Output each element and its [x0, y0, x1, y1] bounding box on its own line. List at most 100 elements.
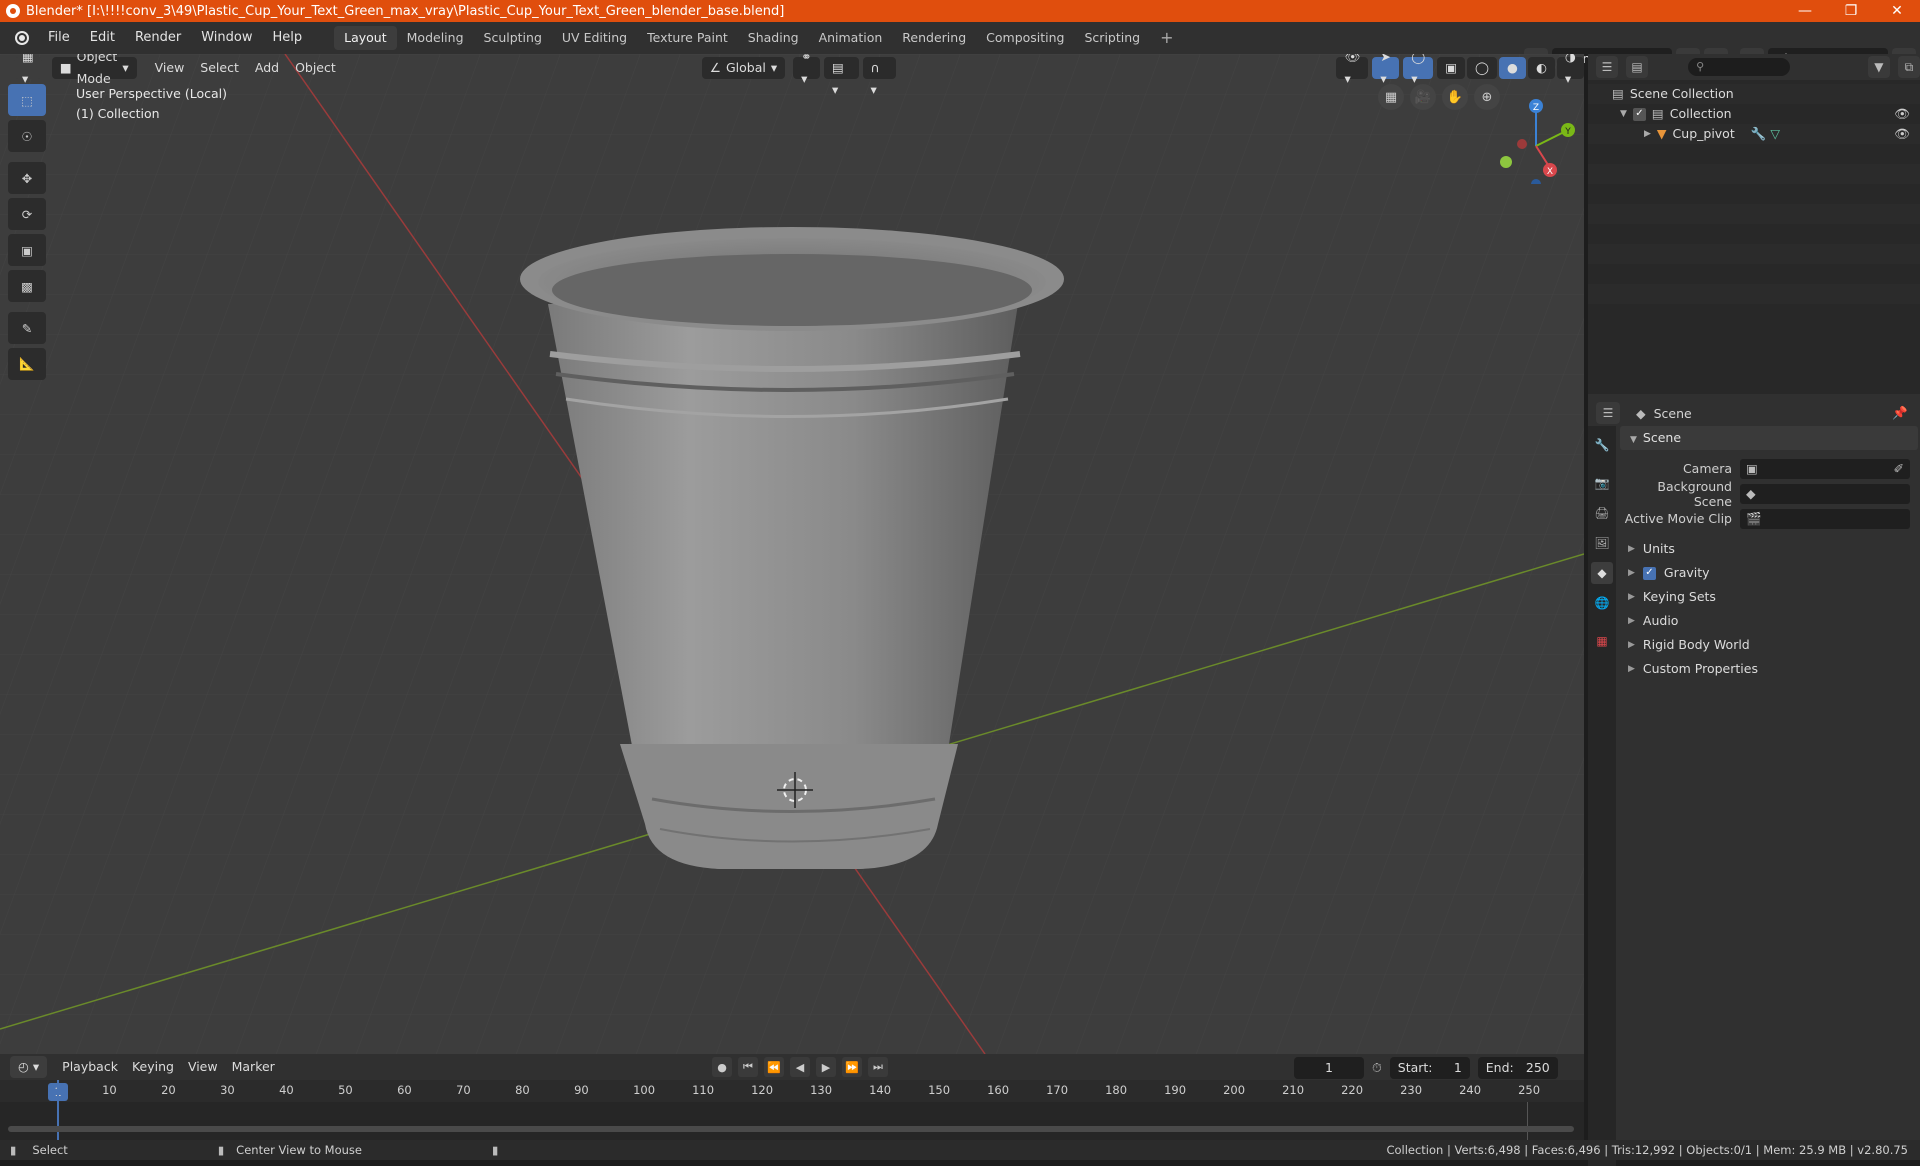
- annotate-tool-icon[interactable]: ✎: [8, 312, 46, 344]
- viewport-menu-add[interactable]: Add: [247, 57, 287, 79]
- overlay-toggle-icon[interactable]: ◯ ▾: [1403, 54, 1434, 86]
- tab-rendering[interactable]: Rendering: [892, 26, 976, 50]
- play-icon[interactable]: ▶: [816, 1057, 836, 1077]
- tab-uv-editing[interactable]: UV Editing: [552, 26, 637, 50]
- expand-arrow-icon[interactable]: ▼: [1620, 104, 1627, 124]
- keying-sets-section[interactable]: ▶ Keying Sets: [1620, 585, 1918, 609]
- cursor-tool-icon[interactable]: ☉: [8, 120, 46, 152]
- modifier-wrench-icon[interactable]: 🔧: [1751, 124, 1767, 144]
- expand-arrow-icon[interactable]: ▶: [1644, 124, 1651, 144]
- scale-tool-icon[interactable]: ▣: [8, 234, 46, 266]
- end-frame-field[interactable]: End: 250: [1477, 1057, 1558, 1079]
- scene-tab-icon[interactable]: ◆: [1591, 562, 1613, 584]
- outliner-object[interactable]: ▶ ▼ Cup_pivot 🔧 ▽ 👁: [1588, 124, 1920, 144]
- outliner-search-input[interactable]: ⚲: [1688, 58, 1790, 76]
- tab-layout[interactable]: Layout: [334, 26, 397, 50]
- visibility-icon[interactable]: 👁 ▾: [1336, 54, 1369, 86]
- transform-orientation-dropdown[interactable]: ∠ Global ▾: [701, 57, 786, 79]
- play-reverse-icon[interactable]: ◀: [790, 1057, 810, 1077]
- select-box-icon[interactable]: ⬚: [8, 84, 46, 116]
- menu-render[interactable]: Render: [125, 22, 191, 54]
- pan-hand-icon[interactable]: ✋: [1442, 84, 1468, 110]
- audio-section[interactable]: ▶ Audio: [1620, 609, 1918, 633]
- tab-texture-paint[interactable]: Texture Paint: [637, 26, 738, 50]
- timeline-menu-view[interactable]: View: [181, 1056, 225, 1078]
- timeline-menu-marker[interactable]: Marker: [225, 1056, 282, 1078]
- view-layer-tab-icon[interactable]: 🖼: [1591, 532, 1613, 554]
- menu-file[interactable]: File: [38, 22, 80, 54]
- blender-logo-icon[interactable]: [8, 27, 36, 49]
- snap-icon[interactable]: ∩ ▤ ▾: [824, 57, 859, 97]
- material-shading-icon[interactable]: ◐: [1527, 57, 1555, 79]
- tab-modeling[interactable]: Modeling: [397, 26, 474, 50]
- units-section[interactable]: ▶ Units: [1620, 537, 1918, 561]
- world-tab-icon[interactable]: 🌐: [1591, 592, 1613, 614]
- background-scene-field[interactable]: ◆: [1740, 483, 1910, 504]
- proportional-edit-icon[interactable]: ◉ ∩ ▾: [862, 57, 897, 97]
- current-frame-field[interactable]: 1: [1294, 1057, 1364, 1079]
- custom-properties-section[interactable]: ▶ Custom Properties: [1620, 657, 1918, 681]
- rotate-tool-icon[interactable]: ⟳: [8, 198, 46, 230]
- gizmo-toggle-icon[interactable]: ➤ ▾: [1372, 54, 1400, 86]
- outliner-editor-type-icon[interactable]: ☰: [1596, 56, 1619, 78]
- tab-animation[interactable]: Animation: [809, 26, 893, 50]
- menu-window[interactable]: Window: [191, 22, 262, 54]
- menu-help[interactable]: Help: [263, 22, 313, 54]
- timeline[interactable]: ◴ ▾ Playback Keying View Marker ● ⏮ ⏪ ◀ …: [0, 1054, 1584, 1140]
- prev-keyframe-icon[interactable]: ⏪: [764, 1057, 784, 1077]
- mode-selector[interactable]: ■ Object Mode ▾: [51, 54, 137, 86]
- tab-scripting[interactable]: Scripting: [1075, 26, 1151, 50]
- menu-edit[interactable]: Edit: [80, 22, 125, 54]
- tab-shading[interactable]: Shading: [738, 26, 809, 50]
- frame-ruler[interactable]: 1 10203040506070809010011012013014015016…: [0, 1080, 1584, 1102]
- gravity-checkbox[interactable]: ✓: [1642, 566, 1656, 580]
- perspective-toggle-icon[interactable]: ▦: [1378, 84, 1404, 110]
- eye-icon[interactable]: 👁: [1894, 104, 1910, 124]
- jump-start-icon[interactable]: ⏮: [738, 1057, 758, 1077]
- add-workspace-icon[interactable]: +: [1150, 26, 1183, 50]
- collection-checkbox[interactable]: ✓: [1632, 107, 1646, 121]
- properties-editor-type-icon[interactable]: ☰: [1596, 402, 1620, 424]
- xray-toggle-icon[interactable]: ▣: [1437, 57, 1466, 79]
- timeline-editor-type-icon[interactable]: ◴ ▾: [10, 1056, 48, 1078]
- start-frame-field[interactable]: Start: 1: [1389, 1057, 1470, 1079]
- navigation-gizmo[interactable]: Z Y X: [1494, 84, 1584, 184]
- wireframe-shading-icon[interactable]: ◯: [1467, 57, 1498, 79]
- camera-field[interactable]: ▣ ✐: [1740, 458, 1910, 479]
- move-tool-icon[interactable]: ✥: [8, 162, 46, 194]
- pivot-point-icon[interactable]: ⚭ ▾: [793, 54, 821, 86]
- tab-sculpting[interactable]: Sculpting: [474, 26, 552, 50]
- close-icon[interactable]: ✕: [1874, 0, 1920, 22]
- timeline-track-area[interactable]: [0, 1080, 1584, 1140]
- maximize-icon[interactable]: ❐: [1828, 0, 1874, 22]
- next-keyframe-icon[interactable]: ⏩: [842, 1057, 862, 1077]
- rigid-body-world-section[interactable]: ▶ Rigid Body World: [1620, 633, 1918, 657]
- eyedropper-icon[interactable]: ✐: [1894, 461, 1904, 476]
- filter-icon[interactable]: ▼: [1867, 56, 1890, 78]
- render-tab-icon[interactable]: 📷: [1591, 472, 1613, 494]
- mesh-data-icon[interactable]: ▽: [1770, 124, 1780, 144]
- display-mode-icon[interactable]: ▤: [1626, 56, 1649, 78]
- tab-compositing[interactable]: Compositing: [976, 26, 1074, 50]
- viewport-menu-select[interactable]: Select: [192, 57, 247, 79]
- measure-tool-icon[interactable]: 📐: [8, 348, 46, 380]
- outliner-scene-collection[interactable]: ▤ Scene Collection: [1588, 84, 1920, 104]
- camera-view-icon[interactable]: 🎥: [1410, 84, 1436, 110]
- viewport-menu-view[interactable]: View: [147, 57, 193, 79]
- timeline-menu-playback[interactable]: Playback: [55, 1056, 125, 1078]
- timeline-menu-keying[interactable]: Keying: [125, 1056, 181, 1078]
- viewport-menu-object[interactable]: Object: [287, 57, 344, 79]
- solid-shading-icon[interactable]: ●: [1499, 57, 1526, 79]
- pin-icon[interactable]: 📌: [1892, 405, 1908, 421]
- outliner-collection[interactable]: ▼ ✓ ▤ Collection 👁: [1588, 104, 1920, 124]
- movie-clip-field[interactable]: 🎬: [1740, 508, 1910, 529]
- gravity-section[interactable]: ▶ ✓ Gravity: [1620, 561, 1918, 585]
- scene-panel-header[interactable]: ▼ Scene: [1620, 426, 1918, 450]
- transform-tool-icon[interactable]: ▩: [8, 270, 46, 302]
- eye-icon[interactable]: 👁: [1894, 124, 1910, 144]
- rendered-shading-icon[interactable]: ◑ ▾: [1556, 54, 1584, 86]
- new-collection-icon[interactable]: ⧉: [1897, 56, 1920, 78]
- output-tab-icon[interactable]: 🖨: [1591, 502, 1613, 524]
- timeline-scrollbar[interactable]: [8, 1126, 1574, 1132]
- jump-end-icon[interactable]: ⏭: [868, 1057, 888, 1077]
